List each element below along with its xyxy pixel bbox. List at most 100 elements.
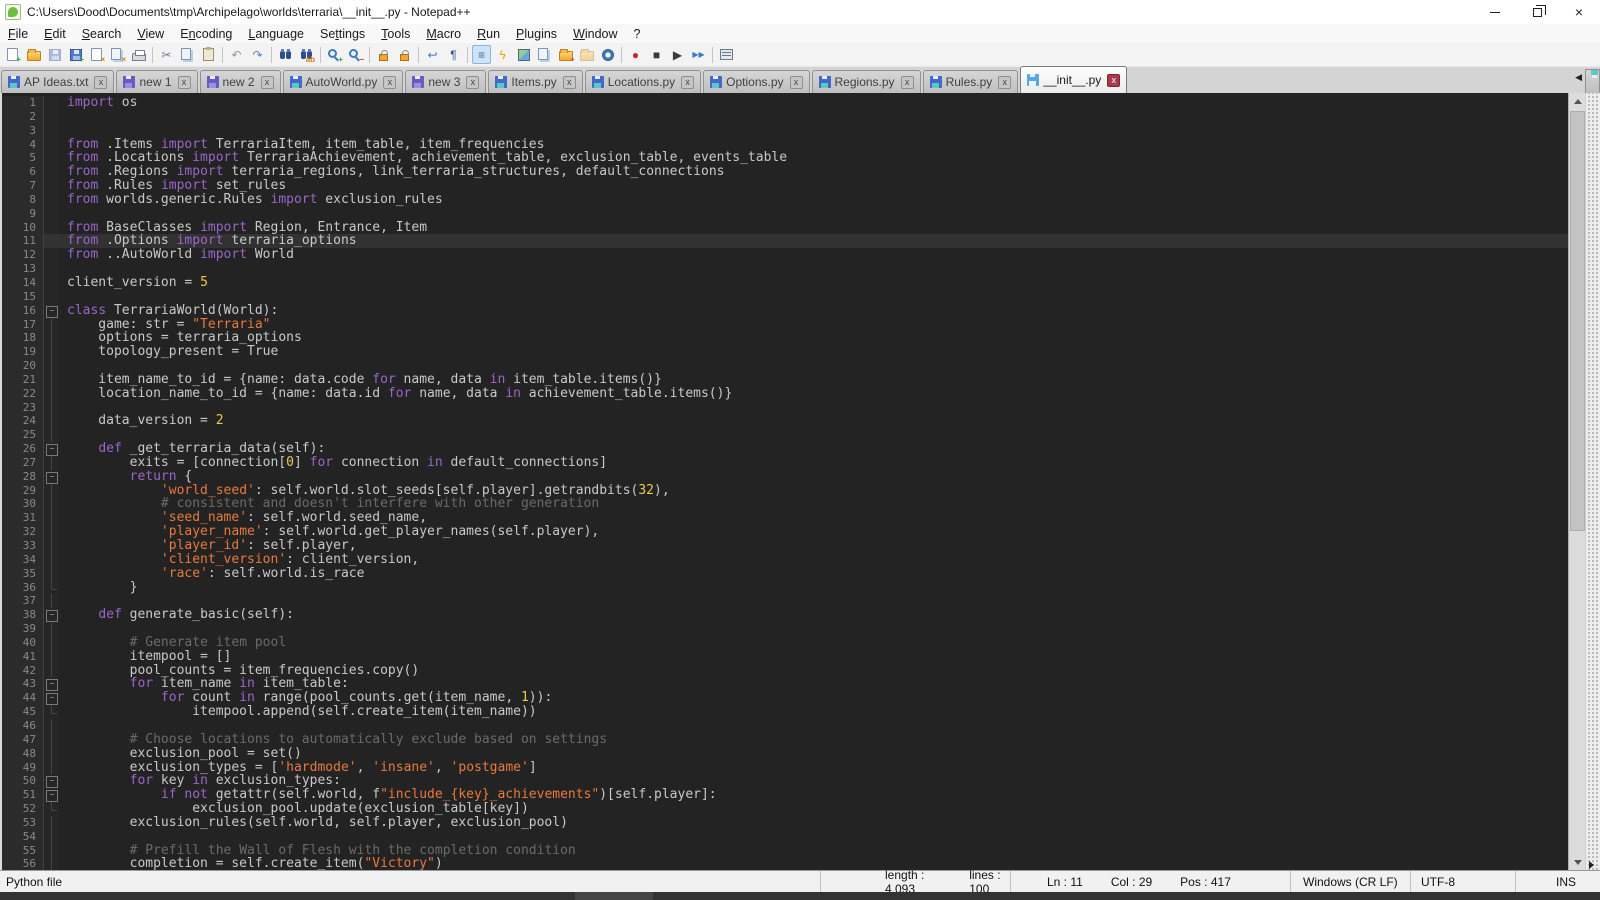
tab-close-icon[interactable]: x bbox=[1107, 74, 1120, 87]
close-file-button[interactable]: × bbox=[87, 45, 106, 64]
code-text[interactable] bbox=[59, 359, 1568, 373]
document-map-button[interactable] bbox=[514, 45, 533, 64]
code-line[interactable]: 15 bbox=[2, 290, 1568, 304]
code-line[interactable]: 48 exclusion_pool = set() bbox=[2, 747, 1568, 761]
code-line[interactable]: 7from .Rules import set_rules bbox=[2, 179, 1568, 193]
copy-button[interactable] bbox=[178, 45, 197, 64]
code-line[interactable]: 14client_version = 5 bbox=[2, 276, 1568, 290]
macro-run-multiple-button[interactable]: ▶▶ bbox=[689, 45, 708, 64]
code-text[interactable]: from .Locations import TerrariaAchieveme… bbox=[59, 151, 1568, 165]
code-line[interactable]: 36 } bbox=[2, 581, 1568, 595]
undo-button[interactable]: ↶ bbox=[227, 45, 246, 64]
code-text[interactable]: 'race': self.world.is_race bbox=[59, 567, 1568, 581]
code-line[interactable]: 6from .Regions import terraria_regions, … bbox=[2, 165, 1568, 179]
code-text[interactable]: itempool.append(self.create_item(item_na… bbox=[59, 705, 1568, 719]
code-text[interactable]: 'player_id': self.player, bbox=[59, 539, 1568, 553]
fold-toggle-icon[interactable] bbox=[44, 470, 59, 484]
tab-rules-py[interactable]: Rules.pyx bbox=[923, 70, 1019, 93]
code-line[interactable]: 10from BaseClasses import Region, Entran… bbox=[2, 221, 1568, 235]
code-line[interactable]: 29 'world_seed': self.world.slot_seeds[s… bbox=[2, 484, 1568, 498]
code-line[interactable]: 33 'player_id': self.player, bbox=[2, 539, 1568, 553]
tab-close-icon[interactable]: x bbox=[901, 76, 914, 89]
code-line[interactable]: 16class TerrariaWorld(World): bbox=[2, 304, 1568, 318]
code-line[interactable]: 21 item_name_to_id = {name: data.code fo… bbox=[2, 373, 1568, 387]
code-text[interactable] bbox=[59, 622, 1568, 636]
menu-item-settings[interactable]: Settings bbox=[312, 26, 373, 42]
code-text[interactable] bbox=[59, 719, 1568, 733]
code-text[interactable]: from .Regions import terraria_regions, l… bbox=[59, 165, 1568, 179]
menu-item-encoding[interactable]: Encoding bbox=[172, 26, 240, 42]
fold-toggle-icon[interactable] bbox=[44, 774, 59, 788]
code-line[interactable]: 1import os bbox=[2, 96, 1568, 110]
code-text[interactable] bbox=[59, 428, 1568, 442]
code-text[interactable]: for count in range(pool_counts.get(item_… bbox=[59, 691, 1568, 705]
save-file-button[interactable] bbox=[45, 45, 64, 64]
code-line[interactable]: 54 bbox=[2, 830, 1568, 844]
tab-close-icon[interactable]: x bbox=[563, 76, 576, 89]
code-line[interactable]: 4from .Items import TerrariaItem, item_t… bbox=[2, 138, 1568, 152]
code-line[interactable]: 37 bbox=[2, 594, 1568, 608]
code-line[interactable]: 5from .Locations import TerrariaAchievem… bbox=[2, 151, 1568, 165]
code-text[interactable]: from worlds.generic.Rules import exclusi… bbox=[59, 193, 1568, 207]
print-button[interactable] bbox=[129, 45, 148, 64]
code-text[interactable]: exclusion_pool.update(exclusion_table[ke… bbox=[59, 802, 1568, 816]
new-file-button[interactable]: + bbox=[3, 45, 22, 64]
fold-toggle-icon[interactable] bbox=[44, 788, 59, 802]
tab-close-icon[interactable]: x bbox=[178, 76, 191, 89]
word-wrap-button[interactable]: ↩ bbox=[423, 45, 442, 64]
code-line[interactable]: 34 'client_version': client_version, bbox=[2, 553, 1568, 567]
code-text[interactable] bbox=[59, 110, 1568, 124]
save-all-button[interactable]: + bbox=[66, 45, 85, 64]
code-text[interactable]: pool_counts = item_frequencies.copy() bbox=[59, 664, 1568, 678]
code-text[interactable]: def _get_terraria_data(self): bbox=[59, 442, 1568, 456]
macro-record-button[interactable]: ● bbox=[626, 45, 645, 64]
menu-item-plugins[interactable]: Plugins bbox=[508, 26, 565, 42]
code-line[interactable]: 55 # Prefill the Wall of Flesh with the … bbox=[2, 844, 1568, 858]
code-line[interactable]: 47 # Choose locations to automatically e… bbox=[2, 733, 1568, 747]
code-text[interactable]: data_version = 2 bbox=[59, 414, 1568, 428]
menu-item-view[interactable]: View bbox=[129, 26, 172, 42]
code-text[interactable]: 'world_seed': self.world.slot_seeds[self… bbox=[59, 484, 1568, 498]
menu-item-language[interactable]: Language bbox=[240, 26, 312, 42]
code-line[interactable]: 52 exclusion_pool.update(exclusion_table… bbox=[2, 802, 1568, 816]
scroll-down-icon[interactable] bbox=[1569, 854, 1586, 870]
code-text[interactable]: item_name_to_id = {name: data.code for n… bbox=[59, 373, 1568, 387]
code-text[interactable]: exclusion_pool = set() bbox=[59, 747, 1568, 761]
code-line[interactable]: 43 for item_name in item_table: bbox=[2, 677, 1568, 691]
menu-item-edit[interactable]: Edit bbox=[36, 26, 74, 42]
tab-regions-py[interactable]: Regions.pyx bbox=[812, 70, 921, 93]
code-text[interactable]: from .Items import TerrariaItem, item_ta… bbox=[59, 138, 1568, 152]
folder-as-workspace-button[interactable]: • bbox=[556, 45, 575, 64]
code-text[interactable]: completion = self.create_item("Victory") bbox=[59, 857, 1568, 870]
code-text[interactable] bbox=[59, 830, 1568, 844]
code-line[interactable]: 39 bbox=[2, 622, 1568, 636]
code-line[interactable]: 13 bbox=[2, 262, 1568, 276]
code-line[interactable]: 23 bbox=[2, 401, 1568, 415]
code-line[interactable]: 46 bbox=[2, 719, 1568, 733]
code-text[interactable]: # consistent and doesn't interfere with … bbox=[59, 497, 1568, 511]
fold-toggle-icon[interactable] bbox=[44, 304, 59, 318]
code-text[interactable]: location_name_to_id = {name: data.id for… bbox=[59, 387, 1568, 401]
fold-toggle-icon[interactable] bbox=[44, 691, 59, 705]
menu-item-run[interactable]: Run bbox=[469, 26, 508, 42]
status-encoding[interactable]: UTF-8 bbox=[1410, 871, 1515, 892]
tab-close-icon[interactable]: x bbox=[681, 76, 694, 89]
code-line[interactable]: 42 pool_counts = item_frequencies.copy() bbox=[2, 664, 1568, 678]
tab-close-icon[interactable]: x bbox=[790, 76, 803, 89]
code-line[interactable]: 26 def _get_terraria_data(self): bbox=[2, 442, 1568, 456]
menu-item-macro[interactable]: Macro bbox=[418, 26, 469, 42]
code-text[interactable]: return { bbox=[59, 470, 1568, 484]
code-text[interactable]: # Choose locations to automatically excl… bbox=[59, 733, 1568, 747]
code-text[interactable]: 'client_version': client_version, bbox=[59, 553, 1568, 567]
fold-toggle-icon[interactable] bbox=[44, 442, 59, 456]
code-line[interactable]: 8from worlds.generic.Rules import exclus… bbox=[2, 193, 1568, 207]
splitter-grip[interactable] bbox=[1585, 93, 1600, 870]
code-line[interactable]: 27 exits = [connection[0] for connection… bbox=[2, 456, 1568, 470]
find-button[interactable] bbox=[276, 45, 295, 64]
code-text[interactable] bbox=[59, 401, 1568, 415]
scroll-up-icon[interactable] bbox=[1569, 93, 1586, 109]
tab-new-1[interactable]: new 1x bbox=[116, 70, 197, 93]
minimize-button[interactable] bbox=[1474, 0, 1516, 24]
code-text[interactable]: exclusion_rules(self.world, self.player,… bbox=[59, 816, 1568, 830]
show-all-characters-button[interactable]: ¶ bbox=[444, 45, 463, 64]
